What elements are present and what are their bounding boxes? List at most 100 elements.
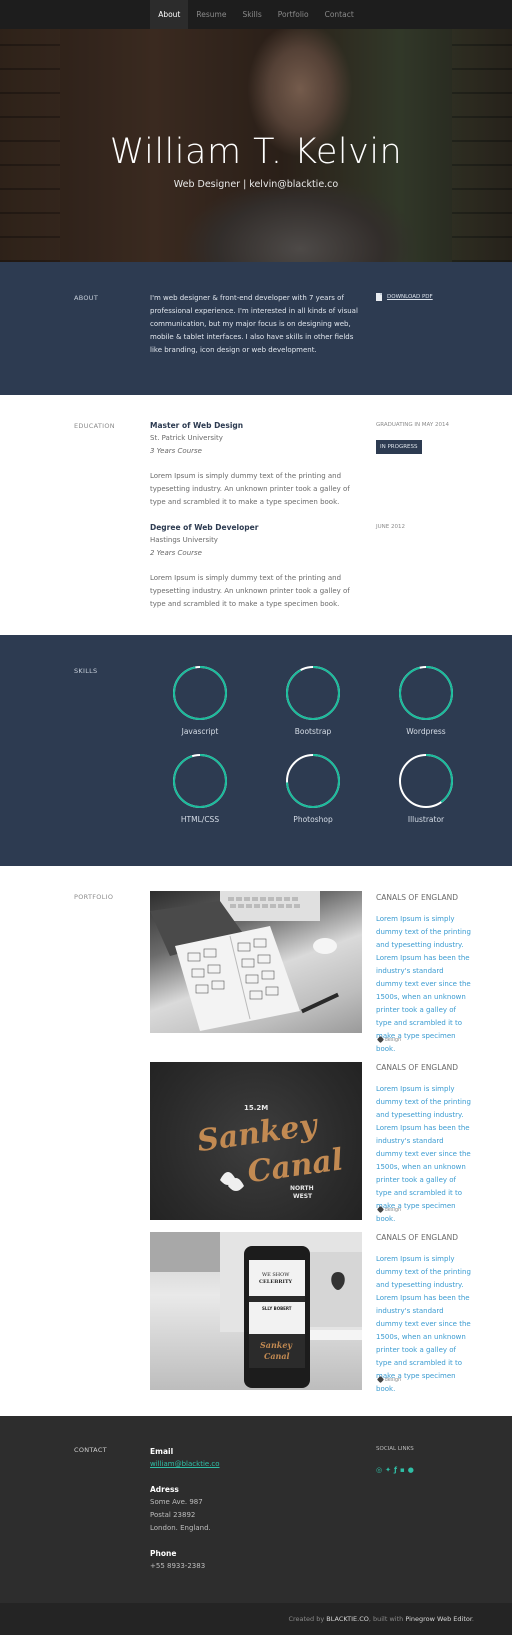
phone-heading: Phone [150, 1549, 177, 1558]
email-link[interactable]: william@blacktie.co [150, 1458, 220, 1471]
dribbble-icon[interactable]: ◎ [376, 1466, 382, 1474]
hero-banner: William T. Kelvin Web Designer | kelvin@… [0, 29, 512, 262]
social-links-label: SOCIAL LINKS [376, 1446, 414, 1452]
school-name: St. Patrick University [150, 434, 223, 442]
facebook-icon[interactable]: ƒ [394, 1466, 397, 1474]
nav-resume[interactable]: Resume [188, 0, 234, 29]
portfolio-tag[interactable]: design [376, 1375, 401, 1384]
status-badge: IN PROGRESS [376, 433, 422, 454]
skill-ring-progress [173, 754, 227, 808]
nav-portfolio[interactable]: Portfolio [270, 0, 317, 29]
school-name: Hastings University [150, 536, 218, 544]
education-section: EDUCATION Master of Web Design St. Patri… [0, 395, 512, 635]
skill-ring [173, 666, 227, 720]
twitter-icon[interactable]: ✦ [385, 1466, 391, 1474]
skill-item: Javascript [160, 665, 240, 736]
course-length: 2 Years Course [150, 549, 202, 557]
footer-credit: Created by BLACKTIE.CO, built with Pineg… [288, 1615, 474, 1623]
email-heading: Email [150, 1447, 174, 1456]
apple-icon[interactable]: ● [408, 1466, 414, 1474]
nav-about[interactable]: About [150, 0, 189, 29]
address-line: Postal 23892 [150, 1511, 196, 1519]
skill-item: Photoshop [273, 753, 353, 824]
phone-value: +55 8933-2383 [150, 1562, 206, 1570]
portfolio-image[interactable]: 15.2M Sankey Canal NORTH WEST [150, 1062, 362, 1220]
address-line: Some Ave. 987 [150, 1498, 203, 1506]
skill-ring [399, 754, 453, 808]
skill-ring [173, 754, 227, 808]
footer: Created by BLACKTIE.CO, built with Pineg… [0, 1603, 512, 1635]
phone-mockup-art: WE SHOW CELEBRITY SLLY BOBERT Sankey Can… [150, 1232, 362, 1388]
nav-contact[interactable]: Contact [317, 0, 362, 29]
poster-line4: NORTH [290, 1185, 314, 1192]
skill-ring-progress [399, 666, 453, 720]
linkedin-icon[interactable]: ▪ [400, 1466, 405, 1474]
footer-brand-link[interactable]: BLACKTIE.CO [326, 1615, 369, 1623]
footer-tool-link[interactable]: Pinegrow Web Editor [405, 1615, 472, 1623]
education-desc: Lorem Ipsum is simply dummy text of the … [150, 574, 350, 608]
social-links: ◎ ✦ ƒ ▪ ● [376, 1466, 414, 1474]
contact-details: Email william@blacktie.co Adress Some Av… [150, 1445, 220, 1573]
skill-ring [399, 666, 453, 720]
skill-item: Wordpress [386, 665, 466, 736]
phone-line2: CELEBRITY [259, 1279, 293, 1285]
phone-line4: Sankey [260, 1340, 293, 1350]
hero-subtitle: Web Designer | kelvin@blacktie.co [173, 179, 339, 190]
degree-title: Master of Web Design [150, 421, 244, 430]
contact-section: CONTACT Email william@blacktie.co Adress… [0, 1416, 512, 1603]
portfolio-desc: Lorem Ipsum is simply dummy text of the … [376, 1085, 471, 1223]
skill-name: Illustrator [407, 815, 445, 824]
skill-item: Illustrator [386, 753, 466, 824]
skill-name: Photoshop [293, 815, 333, 824]
portfolio-desc: Lorem Ipsum is simply dummy text of the … [376, 1255, 471, 1393]
skill-name: Bootstrap [294, 727, 332, 736]
education-date: GRADUATING IN MAY 2014 [376, 422, 449, 428]
file-icon [376, 293, 382, 301]
download-pdf-label: DOWNLOAD PDF [387, 294, 433, 300]
section-label: PORTFOLIO [74, 893, 114, 901]
portfolio-tag[interactable]: design [376, 1035, 401, 1044]
tag-icon [376, 1205, 385, 1214]
education-item: Master of Web Design St. Patrick Univers… [150, 419, 365, 509]
skill-ring [286, 666, 340, 720]
download-pdf-link[interactable]: DOWNLOAD PDF [376, 293, 433, 301]
address-line: London. England. [150, 1524, 211, 1532]
skill-name: Wordpress [406, 727, 446, 736]
course-length: 3 Years Course [150, 447, 202, 455]
education-date: JUNE 2012 [376, 524, 405, 530]
top-navbar: About Resume Skills Portfolio Contact [0, 0, 512, 29]
portfolio-image[interactable] [150, 891, 362, 1033]
tag-icon [376, 1035, 385, 1044]
phone-line5: Canal [264, 1351, 290, 1361]
address-heading: Adress [150, 1485, 179, 1494]
skill-ring-progress [173, 666, 227, 720]
education-item: Degree of Web Developer Hastings Univers… [150, 521, 365, 611]
skill-name: HTML/CSS [180, 815, 220, 824]
portfolio-title[interactable]: CANALS OF ENGLAND [376, 1233, 458, 1242]
tag-icon [376, 1375, 385, 1384]
portfolio-title[interactable]: CANALS OF ENGLAND [376, 893, 458, 902]
notebook-sketch-art [150, 891, 339, 1031]
portfolio-tag[interactable]: design [376, 1205, 401, 1214]
degree-title: Degree of Web Developer [150, 523, 259, 532]
phone-line1: WE SHOW [262, 1272, 290, 1278]
section-label: EDUCATION [74, 422, 115, 430]
portfolio-image[interactable]: WE SHOW CELEBRITY SLLY BOBERT Sankey Can… [150, 1232, 362, 1390]
portfolio-section: PORTFOLIO CANALS OF ENGLAND Lorem Ipsum … [0, 866, 512, 1416]
skill-name: Javascript [181, 727, 219, 736]
poster-line5: WEST [293, 1193, 313, 1200]
portfolio-title[interactable]: CANALS OF ENGLAND [376, 1063, 458, 1072]
nav-skills[interactable]: Skills [234, 0, 269, 29]
section-label: SKILLS [74, 667, 98, 675]
skills-section: SKILLS Javascript Bootstrap Wordpress HT… [0, 635, 512, 866]
poster-line1: 15.2M [244, 1104, 268, 1112]
skill-ring [286, 754, 340, 808]
about-section: ABOUT I'm web designer & front-end devel… [0, 262, 512, 395]
skill-item: Bootstrap [273, 665, 353, 736]
section-label: CONTACT [74, 1446, 107, 1454]
sankey-canal-poster-art: 15.2M Sankey Canal NORTH WEST [195, 1104, 345, 1200]
about-text: I'm web designer & front-end developer w… [150, 294, 358, 354]
education-desc: Lorem Ipsum is simply dummy text of the … [150, 472, 350, 506]
section-label: ABOUT [74, 294, 99, 302]
hero-name: William T. Kelvin [109, 132, 403, 172]
